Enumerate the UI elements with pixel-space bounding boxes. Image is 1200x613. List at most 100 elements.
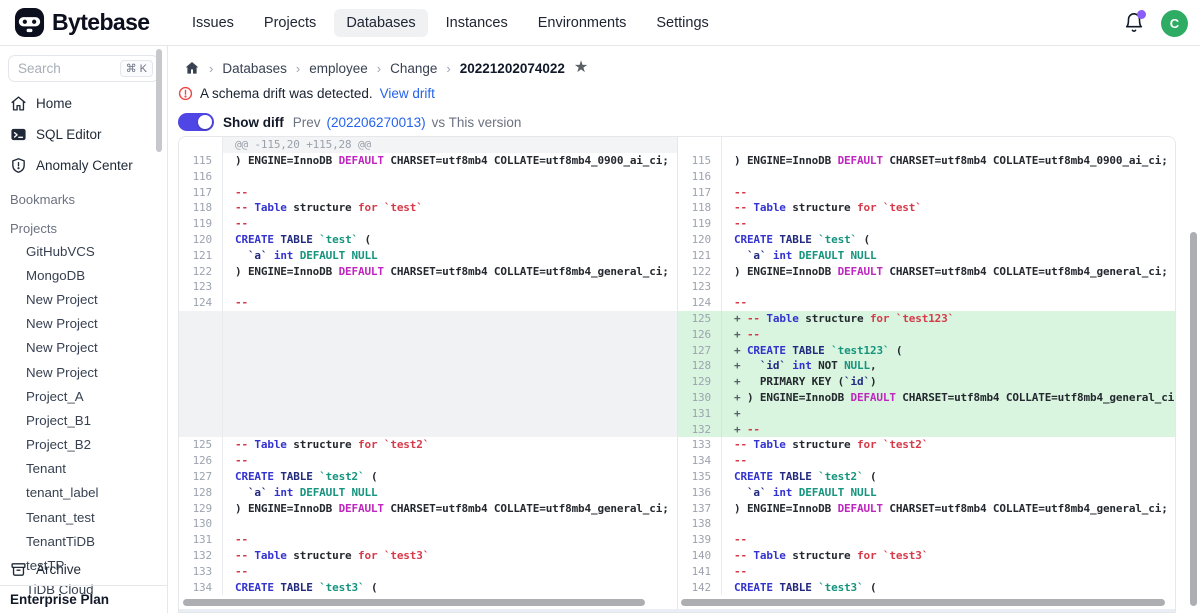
line-number xyxy=(179,406,223,422)
nav-item-environments[interactable]: Environments xyxy=(526,9,639,37)
project-item[interactable]: Tenant xyxy=(0,457,167,481)
project-item[interactable]: MongoDB xyxy=(0,263,167,287)
line-number xyxy=(179,422,223,438)
project-item[interactable]: Project_A xyxy=(0,384,167,408)
sidebar-item-label: Home xyxy=(36,96,72,111)
sidebar-item-archive[interactable]: Archive xyxy=(0,554,167,585)
nav-item-projects[interactable]: Projects xyxy=(252,9,328,37)
vs-this-version-label: vs This version xyxy=(432,115,522,130)
sidebar-item-sql-editor[interactable]: SQL Editor xyxy=(0,119,167,150)
line-number: 136 xyxy=(678,485,722,501)
nav-item-issues[interactable]: Issues xyxy=(180,9,246,37)
code-line: ) ENGINE=InnoDB DEFAULT CHARSET=utf8mb4 … xyxy=(223,153,677,169)
brand-name: Bytebase xyxy=(52,9,149,36)
sidebar-scrollbar[interactable] xyxy=(156,49,162,152)
line-number: 121 xyxy=(179,248,223,264)
line-number xyxy=(678,137,722,153)
project-item[interactable]: Project_B2 xyxy=(0,433,167,457)
diff-row: 131-- xyxy=(179,532,677,548)
project-item[interactable]: TenantTiDB xyxy=(0,529,167,553)
code-line: `a` int DEFAULT NULL xyxy=(722,248,1175,264)
diff-row: 141-- xyxy=(678,564,1175,580)
line-number: 129 xyxy=(179,501,223,517)
code-line: ) ENGINE=InnoDB DEFAULT CHARSET=utf8mb4 … xyxy=(722,153,1175,169)
diff-row: 124-- xyxy=(678,295,1175,311)
line-number xyxy=(179,137,223,153)
diff-pane-previous: @@ -115,20 +115,28 @@115) ENGINE=InnoDB … xyxy=(179,137,677,612)
diff-toolbar: Show diff Prev (202206270013) vs This ve… xyxy=(168,101,1200,131)
breadcrumb-item-employee[interactable]: employee xyxy=(309,61,368,76)
code-line: CREATE TABLE `test3` ( xyxy=(223,580,677,596)
code-line xyxy=(223,422,677,438)
line-number xyxy=(179,390,223,406)
code-line xyxy=(223,516,677,532)
project-item[interactable]: New Project xyxy=(0,287,167,311)
notifications-button[interactable] xyxy=(1123,12,1145,34)
line-number: 125 xyxy=(179,437,223,453)
diff-row: 123 xyxy=(179,279,677,295)
sidebar-section-projects: Projects xyxy=(0,210,167,239)
line-number: 128 xyxy=(678,358,722,374)
line-number: 117 xyxy=(179,185,223,201)
avatar[interactable]: C xyxy=(1161,10,1188,37)
breadcrumb-item-version: 20221202074022 xyxy=(460,61,565,76)
diff-row: 142CREATE TABLE `test3` ( xyxy=(678,580,1175,596)
brand[interactable]: Bytebase xyxy=(0,7,168,38)
line-number: 129 xyxy=(678,374,722,390)
view-drift-link[interactable]: View drift xyxy=(380,86,435,101)
diff-row: 118-- Table structure for `test` xyxy=(179,200,677,216)
code-line xyxy=(722,279,1175,295)
line-number: 125 xyxy=(678,311,722,327)
project-item[interactable]: New Project xyxy=(0,312,167,336)
code-line: `a` int DEFAULT NULL xyxy=(722,485,1175,501)
nav-item-databases[interactable]: Databases xyxy=(334,9,427,37)
archive-icon xyxy=(10,561,27,578)
horizontal-scrollbar-left[interactable] xyxy=(183,599,645,606)
project-item[interactable]: Project_B1 xyxy=(0,408,167,432)
diff-row-added: 132+ -- xyxy=(678,422,1175,438)
code-line: ) ENGINE=InnoDB DEFAULT CHARSET=utf8mb4 … xyxy=(223,501,677,517)
code-line xyxy=(223,169,677,185)
nav-item-instances[interactable]: Instances xyxy=(434,9,520,37)
breadcrumb-item-change[interactable]: Change xyxy=(390,61,437,76)
diff-row: 126-- xyxy=(179,453,677,469)
show-diff-toggle[interactable] xyxy=(178,113,214,131)
horizontal-scrollbar-right[interactable] xyxy=(681,599,1165,606)
project-item[interactable]: tenant_label xyxy=(0,481,167,505)
diff-row: 128 `a` int DEFAULT NULL xyxy=(179,485,677,501)
nav-item-settings[interactable]: Settings xyxy=(644,9,720,37)
project-item[interactable]: New Project xyxy=(0,360,167,384)
code-line: -- xyxy=(722,185,1175,201)
line-number: 119 xyxy=(678,216,722,232)
diff-hunk-header: @@ -115,20 +115,28 @@ xyxy=(179,137,677,153)
code-line: @@ -115,20 +115,28 @@ xyxy=(223,137,677,153)
sidebar-item-anomaly-center[interactable]: Anomaly Center xyxy=(0,150,167,181)
project-item[interactable]: GitHubVCS xyxy=(0,239,167,263)
project-item[interactable]: New Project xyxy=(0,336,167,360)
project-list: GitHubVCSMongoDBNew ProjectNew ProjectNe… xyxy=(0,239,167,602)
chevron-right-icon: › xyxy=(296,61,300,76)
line-number: 116 xyxy=(179,169,223,185)
line-number: 122 xyxy=(179,264,223,280)
breadcrumb: › Databases › employee › Change › 202212… xyxy=(168,46,1200,76)
line-number xyxy=(179,343,223,359)
star-icon[interactable]: ★ xyxy=(574,60,588,76)
code-line: -- xyxy=(722,564,1175,580)
sidebar-item-home[interactable]: Home xyxy=(0,88,167,119)
keyboard-shortcut-badge: ⌘ K xyxy=(120,60,153,77)
search-input[interactable]: Search ⌘ K xyxy=(8,55,159,82)
line-number: 118 xyxy=(678,200,722,216)
prev-version-link[interactable]: (202206270013) xyxy=(327,115,426,130)
breadcrumb-home-icon[interactable] xyxy=(184,60,200,76)
diff-row: 118-- Table structure for `test` xyxy=(678,200,1175,216)
page-vertical-scrollbar[interactable] xyxy=(1190,232,1197,606)
line-number: 119 xyxy=(179,216,223,232)
code-line: -- xyxy=(223,216,677,232)
project-item[interactable]: Tenant_test xyxy=(0,505,167,529)
diff-row-spacer xyxy=(179,327,677,343)
code-line: + -- xyxy=(722,327,1175,343)
line-number: 123 xyxy=(179,279,223,295)
diff-row-added: 129+ PRIMARY KEY (`id`) xyxy=(678,374,1175,390)
breadcrumb-item-databases[interactable]: Databases xyxy=(222,61,287,76)
line-number: 121 xyxy=(678,248,722,264)
